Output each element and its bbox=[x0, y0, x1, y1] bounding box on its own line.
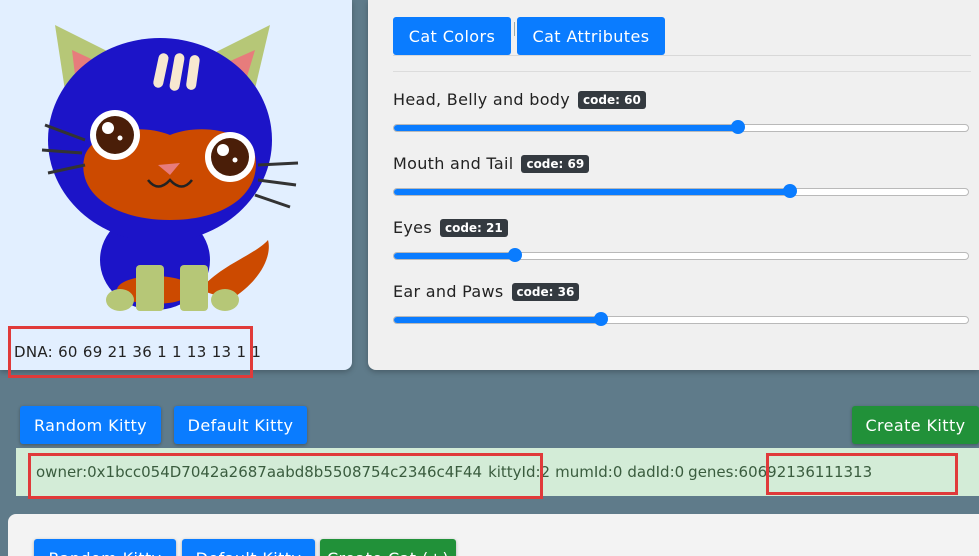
slider-label-head: Head, Belly and body code: 60 bbox=[393, 90, 646, 109]
cat-preview-card: DNA: 60 69 21 36 1 1 13 13 1 1 bbox=[0, 0, 352, 370]
code-badge: code: 21 bbox=[439, 218, 508, 237]
slider-title: Ear and Paws bbox=[393, 282, 504, 301]
slider-title: Mouth and Tail bbox=[393, 154, 514, 173]
random-kitty-button[interactable]: Random Kitty bbox=[20, 406, 161, 444]
slider-eyes[interactable] bbox=[393, 248, 969, 262]
default-kitty-button[interactable]: Default Kitty bbox=[174, 406, 307, 444]
tab-cat-colors[interactable]: Cat Colors bbox=[393, 17, 511, 55]
create-cat-button[interactable]: Create Cat (+) bbox=[320, 539, 456, 556]
create-kitty-button[interactable]: Create Kitty bbox=[852, 406, 979, 444]
slider-thumb[interactable] bbox=[731, 120, 746, 134]
tab-separator bbox=[514, 22, 515, 36]
slider-fill bbox=[394, 253, 515, 259]
owner-highlight-box bbox=[28, 453, 543, 499]
slider-fill bbox=[394, 189, 791, 195]
slider-title: Eyes bbox=[393, 218, 432, 237]
dna-highlight-box bbox=[8, 326, 253, 378]
code-badge: code: 60 bbox=[578, 90, 646, 109]
slider-thumb[interactable] bbox=[783, 184, 798, 198]
attributes-card: Cat Colors Cat Attributes Head, Belly an… bbox=[368, 0, 979, 370]
bottom-default-kitty-button[interactable]: Default Kitty bbox=[182, 539, 315, 556]
slider-thumb[interactable] bbox=[593, 312, 608, 326]
genes-highlight-box bbox=[766, 453, 958, 495]
bottom-card: Random Kitty Default Kitty Create Cat (+… bbox=[8, 514, 979, 556]
slider-ears[interactable] bbox=[393, 312, 969, 326]
slider-thumb[interactable] bbox=[507, 248, 522, 262]
mum-id: mumId:0 bbox=[555, 463, 623, 481]
slider-title: Head, Belly and body bbox=[393, 90, 571, 109]
tab-divider bbox=[393, 55, 971, 56]
code-badge: code: 69 bbox=[521, 154, 590, 173]
slider-fill bbox=[394, 125, 739, 131]
slider-fill bbox=[394, 317, 601, 323]
slider-label-mouth: Mouth and Tail code: 69 bbox=[393, 154, 590, 173]
dad-id: dadId:0 bbox=[627, 463, 685, 481]
slider-label-ears: Ear and Paws code: 36 bbox=[393, 282, 580, 301]
kitty-illustration bbox=[41, 25, 299, 311]
code-badge: code: 36 bbox=[511, 282, 580, 301]
slider-label-eyes: Eyes code: 21 bbox=[393, 218, 508, 237]
tab-cat-attributes[interactable]: Cat Attributes bbox=[517, 17, 665, 55]
slider-head[interactable] bbox=[393, 120, 969, 134]
bottom-random-kitty-button[interactable]: Random Kitty bbox=[34, 539, 176, 556]
section-divider bbox=[393, 71, 971, 72]
slider-mouth[interactable] bbox=[393, 184, 969, 198]
